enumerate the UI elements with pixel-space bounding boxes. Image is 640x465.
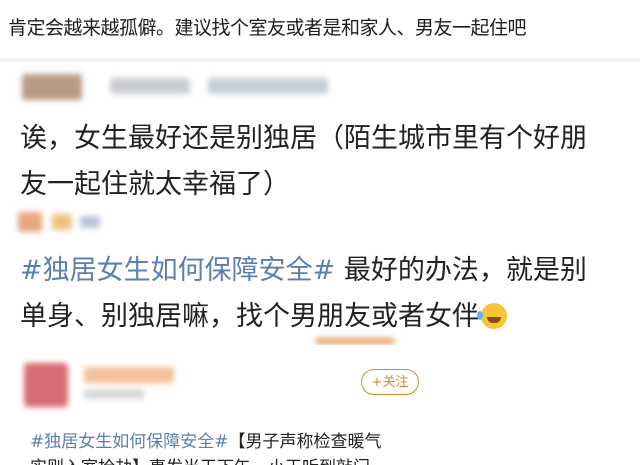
top-comment-panel: 肯定会越来越孤僻。建议找个室友或者是和家人、男友一起住吧	[0, 0, 640, 60]
post-4-line1: 【男子声称检查暖气	[228, 432, 382, 452]
post-4-line2: 实则入室抢劫】事发当天下午，小王听到敲门	[30, 455, 640, 465]
top-comment-text: 肯定会越来越孤僻。建议找个室友或者是和家人、男友一起住吧	[8, 17, 527, 39]
comment-2-line2: 友一起住就太幸福了）	[20, 169, 290, 200]
topic-link[interactable]: #独居女生如何保障安全#	[30, 432, 229, 452]
comment-3-line2: 单身、别独居嘛，找个男朋友或者女伴	[20, 301, 479, 332]
screenshot-collage: 肯定会越来越孤僻。建议找个室友或者是和家人、男友一起住吧 诶，女生最好还是别独居…	[0, 0, 640, 465]
comment-2-line1: 诶，女生最好还是别独居（陌生城市里有个好朋	[20, 123, 587, 154]
topic-link[interactable]: #独居女生如何保障安全#	[20, 255, 335, 286]
post-4-panel: +关注 #独居女生如何保障安全#【男子声称检查暖气 实则入室抢劫】事发当天下午，…	[0, 345, 640, 465]
avatar	[18, 212, 42, 232]
comment-3-text: #独居女生如何保障安全# 最好的办法，就是别 单身、别独居嘛，找个男朋友或者女伴	[20, 248, 640, 340]
follow-button[interactable]: +关注	[361, 369, 419, 395]
avatar	[22, 74, 82, 100]
comment-3-line1: 最好的办法，就是别	[335, 255, 587, 286]
comment-2-panel: 诶，女生最好还是别独居（陌生城市里有个好朋 友一起住就太幸福了）	[0, 62, 640, 212]
avatar	[24, 363, 68, 407]
comment-3-panel: #独居女生如何保障安全# 最好的办法，就是别 单身、别独居嘛，找个男朋友或者女伴	[0, 210, 640, 345]
comment-2-text: 诶，女生最好还是别独居（陌生城市里有个好朋 友一起住就太幸福了）	[20, 116, 640, 208]
post-4-text: #独居女生如何保障安全#【男子声称检查暖气 实则入室抢劫】事发当天下午，小王听到…	[30, 429, 640, 465]
laugh-cry-emoji-icon	[477, 303, 507, 329]
